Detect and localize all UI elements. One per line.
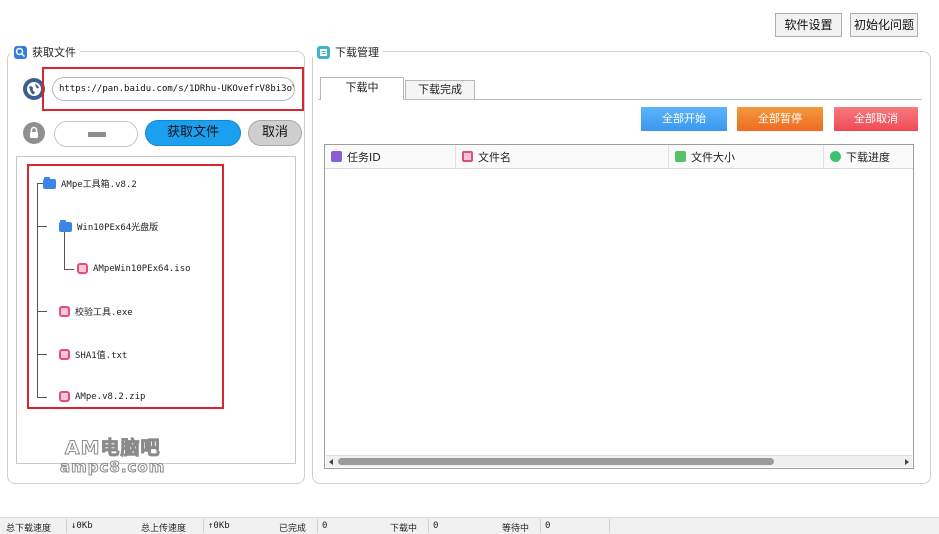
tab-strip-line — [318, 99, 922, 100]
status-bar: 总下载速度 ↓0Kb 总上传速度 ↑0Kb 已完成 0 下载中 0 等待中 0 — [0, 517, 939, 534]
download-manager-title: 下载管理 — [335, 46, 379, 59]
column-header-file-name[interactable]: 文件名 — [456, 145, 669, 169]
watermark-logo: AM电脑吧 ampc8.com — [59, 433, 166, 477]
lock-icon — [23, 122, 45, 144]
tree-item-label: SHA1值.txt — [75, 351, 128, 361]
total-upload-label: 总上传速度 — [141, 524, 187, 534]
pause-all-button[interactable]: 全部暂停 — [737, 107, 823, 131]
download-manager-group-title: 下载管理 — [313, 44, 383, 60]
tree-item-checksum-tool[interactable]: 校验工具.exe — [59, 305, 133, 318]
column-header-label: 任务ID — [347, 150, 381, 164]
fetch-file-title: 获取文件 — [32, 46, 76, 59]
tree-item-label: AMpe.v8.2.zip — [75, 391, 146, 402]
fetch-file-group-title: 获取文件 — [10, 44, 80, 60]
extract-code-input[interactable] — [54, 121, 138, 147]
column-header-label: 文件大小 — [691, 150, 735, 164]
tree-item-label: 校验工具.exe — [75, 308, 133, 318]
tree-item-win10pe-disc[interactable]: Win10PEx64光盘版 — [59, 219, 159, 233]
cancel-all-button[interactable]: 全部取消 — [834, 107, 918, 131]
file-icon — [59, 349, 70, 360]
tree-item-ampe-zip[interactable]: AMpe.v8.2.zip — [59, 391, 145, 402]
completed-value: 0 — [317, 519, 383, 533]
waiting-label: 等待中 — [502, 524, 530, 534]
watermark-line2: ampc8.com — [59, 458, 166, 477]
cancel-button[interactable]: 取消 — [248, 120, 302, 146]
file-icon — [59, 391, 70, 402]
check-icon — [830, 151, 841, 162]
column-header-file-size[interactable]: 文件大小 — [669, 145, 824, 169]
tree-item-ampe-toolbox[interactable]: AMpe工具箱.v8.2 — [43, 176, 137, 190]
tree-item-label: Win10PEx64光盘版 — [77, 223, 159, 233]
total-download-label: 总下载速度 — [6, 524, 52, 534]
total-upload-value: ↑0Kb — [203, 519, 269, 533]
scroll-right-arrow-icon[interactable] — [905, 459, 909, 465]
folder-icon — [59, 219, 72, 232]
tree-item-sha1-txt[interactable]: SHA1值.txt — [59, 348, 127, 361]
share-url-input[interactable]: https://pan.baidu.com/s/1DRhu-UKOvefrV8b… — [52, 77, 295, 101]
search-icon — [14, 45, 27, 59]
watermark-line1: AM电脑吧 — [64, 437, 161, 460]
software-settings-button[interactable]: 软件设置 — [775, 13, 842, 37]
tab-downloading[interactable]: 下载中 — [320, 77, 404, 100]
waiting-value: 0 — [540, 519, 610, 533]
start-all-button[interactable]: 全部开始 — [641, 107, 727, 131]
file-icon — [462, 151, 473, 162]
download-manager-icon — [317, 45, 330, 59]
tree-item-label: AMpe工具箱.v8.2 — [61, 180, 137, 190]
column-header-label: 文件名 — [478, 150, 511, 164]
drive-icon — [675, 151, 686, 162]
downloading-value: 0 — [428, 519, 494, 533]
column-header-task-id[interactable]: 任务ID — [325, 145, 456, 169]
scroll-left-arrow-icon[interactable] — [329, 459, 333, 465]
fetch-file-button[interactable]: 获取文件 — [145, 120, 241, 146]
downloading-label: 下载中 — [390, 524, 418, 534]
column-header-label: 下载进度 — [846, 150, 890, 164]
tree-item-iso-file[interactable]: AMpeWin10PEx64.iso — [77, 263, 191, 274]
tree-item-label: AMpeWin10PEx64.iso — [93, 263, 191, 274]
file-icon — [59, 306, 70, 317]
folder-icon — [43, 176, 56, 189]
file-icon — [77, 263, 88, 274]
column-header-progress[interactable]: 下载进度 — [824, 145, 913, 169]
horizontal-scrollbar[interactable] — [326, 455, 912, 467]
tree-highlight-box — [27, 164, 224, 409]
edit-icon — [331, 151, 342, 162]
total-download-value: ↓0Kb — [66, 519, 132, 533]
tab-download-complete[interactable]: 下载完成 — [405, 80, 475, 99]
init-issue-button[interactable]: 初始化问题 — [850, 13, 918, 37]
extract-code-handle-icon — [88, 132, 106, 137]
download-table: 任务ID 文件名 文件大小 下载进度 — [324, 144, 914, 469]
scrollbar-thumb[interactable] — [338, 458, 774, 465]
completed-label: 已完成 — [279, 524, 307, 534]
